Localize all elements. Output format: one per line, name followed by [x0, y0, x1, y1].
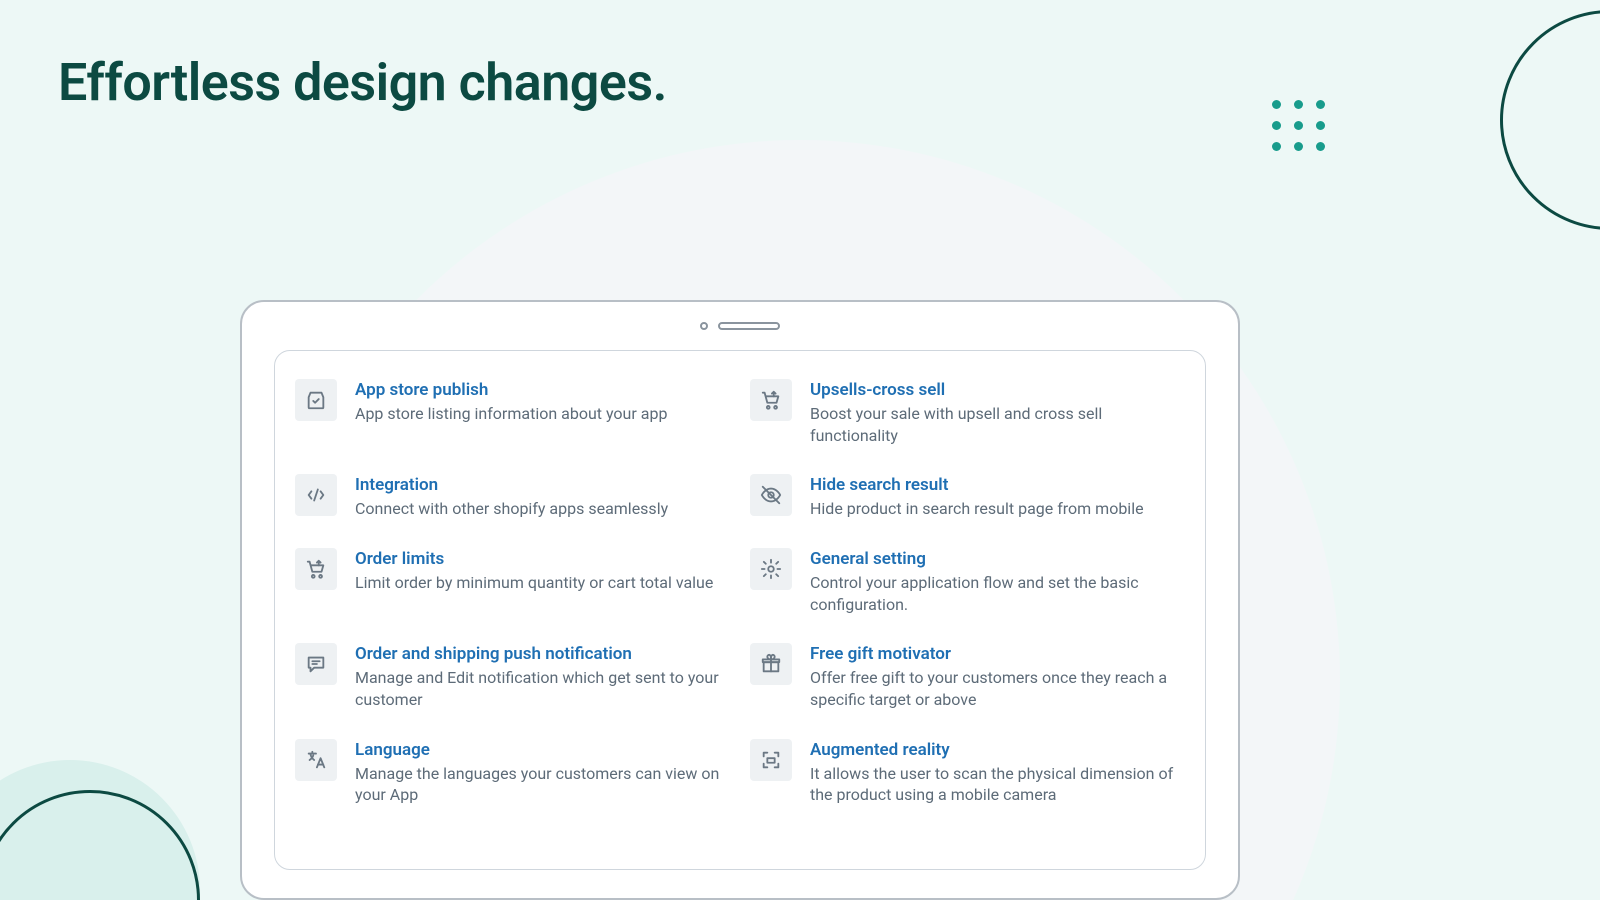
- setting-app-store-publish[interactable]: App store publish App store listing info…: [295, 379, 730, 446]
- setting-desc: Hide product in search result page from …: [810, 498, 1185, 520]
- setting-title: Hide search result: [810, 474, 1185, 496]
- setting-title: App store publish: [355, 379, 730, 401]
- page-title: Effortless design changes.: [58, 52, 667, 113]
- message-icon: [295, 643, 337, 685]
- setting-title: Integration: [355, 474, 730, 496]
- setting-augmented-reality[interactable]: Augmented reality It allows the user to …: [750, 739, 1185, 806]
- decorative-arc-top-right: [1500, 10, 1600, 230]
- gift-icon: [750, 643, 792, 685]
- setting-hide-search-result[interactable]: Hide search result Hide product in searc…: [750, 474, 1185, 520]
- tablet-notch: [242, 302, 1238, 350]
- setting-title: General setting: [810, 548, 1185, 570]
- tablet-frame: App store publish App store listing info…: [240, 300, 1240, 900]
- setting-desc: It allows the user to scan the physical …: [810, 763, 1185, 806]
- setting-upsells-cross-sell[interactable]: Upsells-cross sell Boost your sale with …: [750, 379, 1185, 446]
- setting-desc: Boost your sale with upsell and cross se…: [810, 403, 1185, 446]
- eye-off-icon: [750, 474, 792, 516]
- setting-language[interactable]: Language Manage the languages your custo…: [295, 739, 730, 806]
- setting-title: Order and shipping push notification: [355, 643, 730, 665]
- decorative-dots-grid: [1272, 100, 1326, 151]
- setting-desc: Offer free gift to your customers once t…: [810, 667, 1185, 710]
- ar-icon: [750, 739, 792, 781]
- setting-desc: Manage and Edit notification which get s…: [355, 667, 730, 710]
- setting-desc: App store listing information about your…: [355, 403, 730, 425]
- integration-icon: [295, 474, 337, 516]
- setting-general[interactable]: General setting Control your application…: [750, 548, 1185, 615]
- setting-order-limits[interactable]: Order limits Limit order by minimum quan…: [295, 548, 730, 615]
- setting-integration[interactable]: Integration Connect with other shopify a…: [295, 474, 730, 520]
- settings-panel: App store publish App store listing info…: [274, 350, 1206, 870]
- setting-title: Augmented reality: [810, 739, 1185, 761]
- setting-title: Language: [355, 739, 730, 761]
- setting-title: Order limits: [355, 548, 730, 570]
- setting-free-gift-motivator[interactable]: Free gift motivator Offer free gift to y…: [750, 643, 1185, 710]
- gear-icon: [750, 548, 792, 590]
- cart-up-icon: [750, 379, 792, 421]
- store-icon: [295, 379, 337, 421]
- language-icon: [295, 739, 337, 781]
- setting-desc: Control your application flow and set th…: [810, 572, 1185, 615]
- camera-icon: [700, 322, 708, 330]
- setting-push-notification[interactable]: Order and shipping push notification Man…: [295, 643, 730, 710]
- setting-title: Upsells-cross sell: [810, 379, 1185, 401]
- cart-limit-icon: [295, 548, 337, 590]
- setting-title: Free gift motivator: [810, 643, 1185, 665]
- speaker-icon: [718, 322, 780, 330]
- setting-desc: Limit order by minimum quantity or cart …: [355, 572, 730, 594]
- setting-desc: Manage the languages your customers can …: [355, 763, 730, 806]
- setting-desc: Connect with other shopify apps seamless…: [355, 498, 730, 520]
